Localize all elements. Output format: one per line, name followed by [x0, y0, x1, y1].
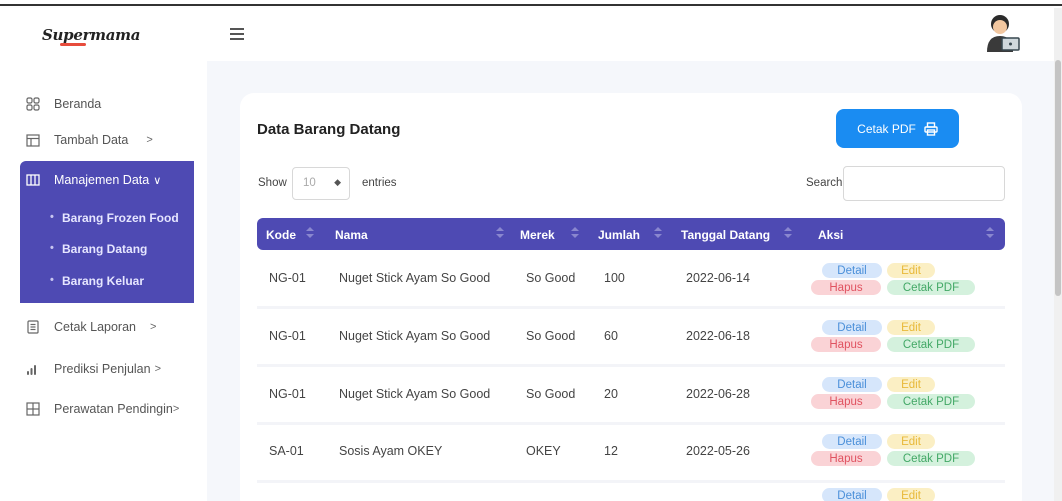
column-header-jumlah[interactable]: Jumlah [598, 228, 640, 242]
sidebar-item-manajemen-data[interactable]: Manajemen Data ∨ [20, 169, 194, 191]
edit-button[interactable]: Edit [887, 377, 935, 392]
chevron-right-icon: > [146, 134, 153, 146]
sidebar-item-label: Prediksi Penjulan [54, 362, 151, 376]
sidebar-item-prediksi-penjulan[interactable]: Prediksi Penjulan > [20, 357, 195, 381]
column-header-kode[interactable]: Kode [266, 228, 296, 242]
columns-icon [26, 173, 40, 187]
show-label: Show [258, 177, 287, 189]
chevron-right-icon: > [154, 363, 162, 375]
column-header-nama[interactable]: Nama [335, 228, 368, 242]
chevron-down-icon: ∨ [153, 174, 162, 187]
edit-button[interactable]: Edit [887, 434, 935, 449]
cell-merek: So Good [526, 271, 576, 285]
cell-nama: Sosis Ayam OKEY [339, 444, 443, 458]
print-pdf-button[interactable]: Cetak PDF [836, 109, 959, 148]
cell-jumlah: 12 [604, 444, 618, 458]
chevron-right-icon: > [150, 321, 157, 333]
printer-icon [924, 121, 938, 136]
sidebar-subitem-frozen-food[interactable]: Barang Frozen Food [50, 211, 179, 225]
detail-button[interactable]: Detail [822, 320, 882, 335]
plus-square-icon [26, 402, 40, 416]
edit-button[interactable]: Edit [887, 263, 935, 278]
cell-nama: Nuget Stick Ayam So Good [339, 271, 491, 285]
edit-button[interactable]: Edit [887, 320, 935, 335]
scrollbar-thumb[interactable] [1055, 60, 1061, 296]
sidebar-item-label: Cetak Laporan [54, 320, 137, 334]
sort-icon[interactable] [570, 222, 580, 244]
sidebar-item-label: Perawatan Pendingin [54, 402, 173, 416]
delete-button[interactable]: Hapus [811, 451, 881, 466]
cell-jumlah: 60 [604, 329, 618, 343]
detail-button[interactable]: Detail [822, 488, 882, 501]
table-icon [26, 133, 40, 147]
delete-button[interactable]: Hapus [811, 280, 881, 295]
sidebar-item-perawatan-pendingin[interactable]: Perawatan Pendingin > [20, 397, 195, 421]
detail-button[interactable]: Detail [822, 263, 882, 278]
delete-button[interactable]: Hapus [811, 394, 881, 409]
edit-button[interactable]: Edit [887, 488, 935, 501]
cell-jumlah: 100 [604, 271, 625, 285]
search-input[interactable] [843, 166, 1005, 201]
row-print-pdf-button[interactable]: Cetak PDF [887, 337, 975, 352]
entries-per-page-select[interactable]: 10 ◆ [292, 167, 350, 200]
sort-icon[interactable] [985, 222, 995, 244]
cell-tanggal: 2022-06-18 [686, 329, 750, 343]
search-label: Search: [806, 177, 846, 189]
entries-value: 10 [303, 177, 316, 189]
sidebar-subitem-barang-datang[interactable]: Barang Datang [50, 242, 147, 256]
cell-kode: NG-01 [269, 329, 306, 343]
grid-icon [26, 97, 40, 111]
sidebar-item-label: Manajemen Data [54, 173, 150, 187]
row-print-pdf-button[interactable]: Cetak PDF [887, 280, 975, 295]
cell-merek: So Good [526, 329, 576, 343]
sort-icon[interactable] [495, 222, 505, 244]
delete-button[interactable]: Hapus [811, 337, 881, 352]
document-icon [26, 320, 40, 334]
sort-icon[interactable] [783, 222, 793, 244]
sidebar-item-beranda[interactable]: Beranda [20, 92, 195, 116]
cell-jumlah: 20 [604, 387, 618, 401]
cell-nama: Nuget Stick Ayam So Good [339, 387, 491, 401]
row-print-pdf-button[interactable]: Cetak PDF [887, 451, 975, 466]
user-avatar[interactable] [985, 14, 1021, 54]
menu-toggle-icon[interactable] [230, 27, 248, 40]
cell-merek: OKEY [526, 444, 561, 458]
cell-kode: NG-01 [269, 387, 306, 401]
sort-icon[interactable] [305, 222, 315, 244]
sidebar-item-cetak-laporan[interactable]: Cetak Laporan > [20, 315, 195, 339]
cell-kode: SA-01 [269, 444, 304, 458]
row-print-pdf-button[interactable]: Cetak PDF [887, 394, 975, 409]
sidebar-subitem-barang-keluar[interactable]: Barang Keluar [50, 274, 144, 288]
entries-label: entries [362, 177, 397, 189]
cell-kode: NG-01 [269, 271, 306, 285]
detail-button[interactable]: Detail [822, 434, 882, 449]
print-pdf-label: Cetak PDF [857, 121, 916, 136]
column-header-tanggal-datang[interactable]: Tanggal Datang [681, 228, 770, 242]
cell-merek: So Good [526, 387, 576, 401]
app-logo[interactable]: Supermama [42, 26, 140, 44]
column-header-aksi[interactable]: Aksi [818, 228, 843, 242]
logo-accent [60, 43, 86, 46]
sort-icon[interactable] [653, 222, 663, 244]
bar-chart-icon [26, 362, 40, 376]
cell-tanggal: 2022-05-26 [686, 444, 750, 458]
cell-tanggal: 2022-06-14 [686, 271, 750, 285]
sort-arrows-icon: ◆ [334, 177, 341, 187]
page-title: Data Barang Datang [257, 121, 401, 138]
cell-nama: Nuget Stick Ayam So Good [339, 329, 491, 343]
detail-button[interactable]: Detail [822, 377, 882, 392]
chevron-right-icon: > [172, 403, 180, 415]
cell-tanggal: 2022-06-28 [686, 387, 750, 401]
sidebar-item-label: Tambah Data [54, 133, 129, 147]
sidebar-item-tambah-data[interactable]: Tambah Data > [20, 128, 195, 152]
sidebar-item-label: Beranda [54, 97, 102, 111]
window-top-border [0, 0, 1062, 6]
top-header [0, 8, 1054, 61]
column-header-merek[interactable]: Merek [520, 228, 555, 242]
